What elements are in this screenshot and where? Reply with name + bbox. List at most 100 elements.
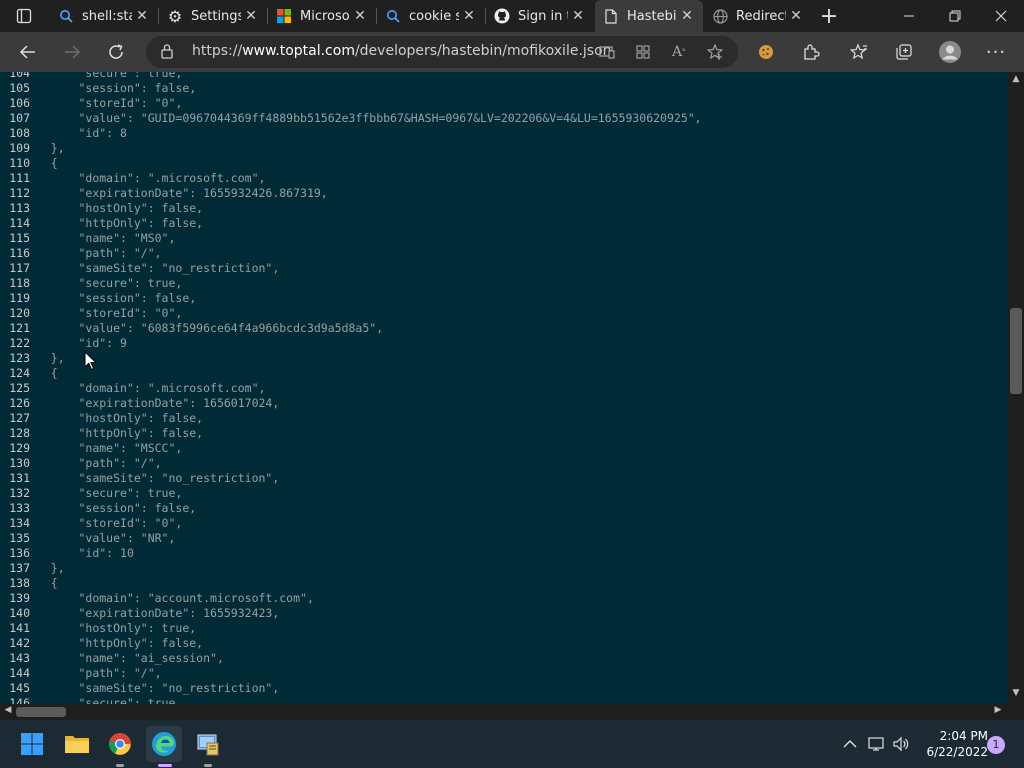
- line-gutter-gap: [30, 216, 51, 230]
- tab-settings[interactable]: ⚙ Settings ✕: [159, 0, 267, 32]
- line-text: "id": 8: [50, 126, 127, 140]
- cookie-extension-icon[interactable]: [754, 41, 778, 63]
- line-gutter-gap: [30, 96, 51, 110]
- start-button[interactable]: [14, 726, 50, 762]
- line-text: "expirationDate": 1655932423,: [50, 606, 280, 620]
- system-clock[interactable]: 2:04 PM 6/22/2022: [918, 728, 988, 760]
- line-number: 136: [9, 546, 30, 560]
- line-gutter-gap: [30, 171, 51, 185]
- line-gutter-gap: [30, 681, 51, 695]
- url-host: www.toptal.com: [242, 43, 355, 59]
- scroll-down-icon[interactable]: ▼: [1008, 688, 1024, 702]
- line-text: "httpOnly": false,: [50, 216, 204, 230]
- close-window-button[interactable]: [978, 0, 1024, 32]
- lock-icon: [160, 43, 178, 61]
- page-icon: [603, 8, 619, 24]
- scroll-right-icon[interactable]: ▶: [990, 705, 1006, 719]
- tab-microsoft[interactable]: Microso ✕: [268, 0, 376, 32]
- line-text: "path": "/",: [50, 456, 162, 470]
- more-options-icon[interactable]: ···: [984, 41, 1008, 63]
- new-tab-button[interactable]: +: [812, 0, 846, 32]
- refresh-button[interactable]: [102, 38, 130, 66]
- scroll-left-icon[interactable]: ◀: [0, 705, 16, 719]
- close-icon[interactable]: ✕: [241, 8, 261, 24]
- close-icon[interactable]: ✕: [459, 8, 479, 24]
- show-hidden-icons-button[interactable]: [839, 734, 861, 754]
- collections-grid-icon[interactable]: [634, 43, 652, 61]
- tab-shell[interactable]: shell:sta ✕: [50, 0, 158, 32]
- line-gutter-gap: [30, 666, 51, 680]
- code-line: 118 "secure": true,: [0, 276, 182, 291]
- line-text: "secure": true,: [50, 72, 183, 80]
- tab-cookie-search[interactable]: cookie s ✕: [377, 0, 485, 32]
- restore-button[interactable]: [932, 0, 978, 32]
- notification-badge[interactable]: 1: [987, 736, 1005, 754]
- close-icon[interactable]: ✕: [350, 8, 370, 24]
- line-number: 134: [9, 516, 30, 530]
- line-text: "path": "/",: [50, 666, 162, 680]
- line-gutter-gap: [30, 81, 51, 95]
- line-text: "hostOnly": false,: [50, 411, 204, 425]
- line-text: "id": 10: [50, 546, 134, 560]
- back-button[interactable]: [14, 38, 42, 66]
- network-icon[interactable]: [866, 734, 888, 754]
- file-explorer-button[interactable]: [59, 726, 95, 762]
- horizontal-scrollbar[interactable]: ◀ ▶: [0, 704, 1008, 720]
- edge-button[interactable]: [146, 726, 182, 762]
- code-line: 145 "sameSite": "no_restriction",: [0, 681, 279, 696]
- add-favorite-icon[interactable]: [706, 43, 724, 61]
- line-number: 121: [9, 321, 30, 335]
- arrow-left-icon: [19, 45, 35, 59]
- line-text: "value": "GUID=0967044369ff4889bb51562e3…: [50, 111, 702, 125]
- tab-github-signin[interactable]: Sign in t ✕: [486, 0, 594, 32]
- line-number: 120: [9, 306, 30, 320]
- line-number: 107: [9, 111, 30, 125]
- vertical-scroll-thumb[interactable]: [1010, 308, 1022, 394]
- tab-hastebin[interactable]: Hastebi ✕: [595, 0, 703, 32]
- line-number: 138: [9, 576, 30, 590]
- line-number: 124: [9, 366, 30, 380]
- line-number: 128: [9, 426, 30, 440]
- folder-icon: [65, 736, 89, 753]
- read-aloud-icon[interactable]: Aⁿ: [670, 43, 688, 61]
- line-number: 131: [9, 471, 30, 485]
- address-bar[interactable]: https://www.toptal.com/developers/hasteb…: [146, 36, 738, 68]
- close-icon[interactable]: ✕: [132, 8, 152, 24]
- app-available-icon[interactable]: [598, 43, 616, 61]
- tab-redirect[interactable]: Redirect ✕: [704, 0, 812, 32]
- code-line: 130 "path": "/",: [0, 456, 162, 471]
- extensions-icon[interactable]: [799, 41, 823, 63]
- horizontal-scroll-thumb[interactable]: [16, 707, 66, 717]
- url-text[interactable]: https://www.toptal.com/developers/hasteb…: [192, 43, 612, 59]
- chrome-button[interactable]: [102, 726, 138, 762]
- volume-icon[interactable]: [890, 734, 912, 754]
- close-icon[interactable]: ✕: [568, 8, 588, 24]
- line-gutter-gap: [30, 501, 51, 515]
- line-gutter-gap: [30, 606, 51, 620]
- close-icon[interactable]: ✕: [677, 8, 697, 24]
- profile-avatar[interactable]: [936, 41, 964, 63]
- scroll-up-icon[interactable]: ▲: [1008, 74, 1024, 88]
- forward-button[interactable]: [58, 38, 86, 66]
- line-number: 137: [9, 561, 30, 575]
- favorites-icon[interactable]: [847, 41, 871, 63]
- search-icon: [385, 8, 401, 24]
- code-line: 139 "domain": "account.microsoft.com",: [0, 591, 314, 606]
- line-gutter-gap: [30, 561, 51, 575]
- line-text: "secure": true,: [50, 276, 183, 290]
- line-number: 119: [9, 291, 30, 305]
- collections-icon[interactable]: [892, 41, 916, 63]
- chevron-up-icon: [843, 740, 857, 748]
- line-number: 112: [9, 186, 30, 200]
- code-line: 114 "httpOnly": false,: [0, 216, 203, 231]
- vertical-scrollbar[interactable]: ▲ ▼: [1008, 72, 1024, 704]
- url-scheme: https://: [192, 43, 243, 59]
- minimize-button[interactable]: [886, 0, 932, 32]
- line-gutter-gap: [30, 576, 51, 590]
- control-panel-button[interactable]: [190, 726, 226, 762]
- windows-logo-icon: [21, 733, 43, 755]
- code-line: 124 {: [0, 366, 58, 381]
- close-icon[interactable]: ✕: [786, 8, 806, 24]
- tab-actions-button[interactable]: [2, 0, 46, 32]
- line-number: 144: [9, 666, 30, 680]
